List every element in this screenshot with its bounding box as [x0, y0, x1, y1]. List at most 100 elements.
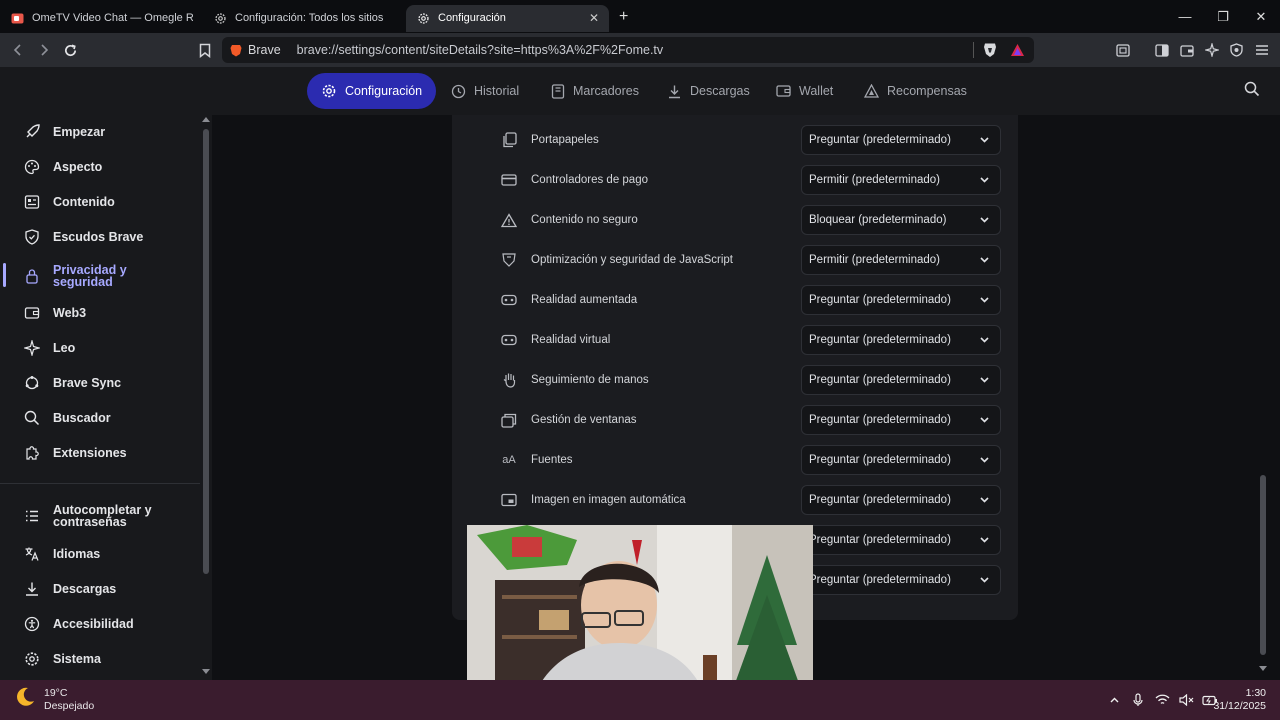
nav-label: Configuración	[345, 84, 423, 98]
chevron-down-icon	[979, 414, 990, 428]
sparkle-icon	[24, 340, 40, 356]
scroll-down-icon[interactable]	[202, 669, 210, 675]
permission-select[interactable]: Preguntar (predeterminado)	[801, 485, 1001, 515]
select-value: Permitir (predeterminado)	[809, 174, 941, 186]
chevron-down-icon	[979, 374, 990, 388]
sidebar-item-accesibilidad[interactable]: Accesibilidad	[24, 616, 134, 632]
bookmark-icon[interactable]	[192, 37, 218, 63]
sidebar-item-extensiones[interactable]: Extensiones	[24, 445, 127, 461]
sidebar-item-sync[interactable]: Brave Sync	[24, 375, 121, 391]
reload-button[interactable]	[57, 37, 83, 63]
permission-select[interactable]: Preguntar (predeterminado)	[801, 365, 1001, 395]
shield-icon	[24, 229, 40, 245]
tab-ometv[interactable]: OmeTV Video Chat — Omegle Rand	[0, 5, 203, 32]
nav-configuracion[interactable]: Configuración	[307, 73, 437, 109]
search-icon[interactable]	[1244, 81, 1260, 102]
sidebar-scrollbar[interactable]	[202, 116, 210, 675]
rewards-icon[interactable]	[1010, 43, 1025, 57]
sidebar-item-descargas[interactable]: Descargas	[24, 581, 116, 597]
sidebar-item-web3[interactable]: Web3	[24, 305, 86, 321]
nav-marcadores[interactable]: Marcadores	[551, 73, 639, 109]
nav-recompensas[interactable]: Recompensas	[864, 73, 967, 109]
js-icon	[500, 251, 518, 269]
sidebar-item-label: Escudos Brave	[53, 230, 144, 244]
chevron-down-icon	[979, 574, 990, 588]
address-bar[interactable]: Brave brave://settings/content/siteDetai…	[222, 37, 1034, 63]
volume-muted-icon[interactable]	[1174, 694, 1198, 706]
sidebar-item-buscador[interactable]: Buscador	[24, 410, 111, 426]
select-value: Preguntar (predeterminado)	[809, 294, 951, 306]
window-controls: — ❐ ✕	[1166, 0, 1280, 33]
settings-sidebar: Empezar Aspecto Contenido Escudos Brave …	[0, 115, 212, 680]
sidebar-toggle-icon[interactable]	[1149, 43, 1174, 57]
gear-icon	[24, 651, 40, 667]
wallet-icon	[776, 84, 791, 98]
scrollbar-thumb[interactable]	[203, 129, 209, 574]
clipboard-icon	[500, 131, 518, 149]
select-value: Preguntar (predeterminado)	[809, 454, 951, 466]
permission-row: aA Fuentes Preguntar (predeterminado)	[452, 440, 1018, 480]
sidebar-item-idiomas[interactable]: Idiomas	[24, 546, 100, 562]
sidebar-item-empezar[interactable]: Empezar	[24, 124, 105, 140]
tab-settings[interactable]: Configuración ✕	[406, 4, 609, 32]
reader-mode-icon[interactable]	[1110, 43, 1135, 57]
sidebar-item-aspecto[interactable]: Aspecto	[24, 159, 102, 175]
sidebar-item-escudos[interactable]: Escudos Brave	[24, 229, 143, 245]
forward-button[interactable]	[31, 37, 57, 63]
permission-select[interactable]: Bloquear (predeterminado)	[801, 205, 1001, 235]
sidebar-item-label: Accesibilidad	[53, 617, 134, 631]
chevron-down-icon	[979, 254, 990, 268]
permission-select[interactable]: Preguntar (predeterminado)	[801, 525, 1001, 555]
chevron-up-icon[interactable]	[1102, 695, 1126, 706]
url-text[interactable]: brave://settings/content/siteDetails?sit…	[297, 43, 664, 57]
leo-sparkle-icon[interactable]	[1199, 43, 1224, 57]
select-value: Preguntar (predeterminado)	[809, 414, 951, 426]
permission-select[interactable]: Preguntar (predeterminado)	[801, 325, 1001, 355]
sidebar-item-label: Aspecto	[53, 160, 103, 174]
permission-row: Portapapeles Preguntar (predeterminado)	[452, 120, 1018, 160]
scroll-down-icon[interactable]	[1259, 666, 1267, 672]
permission-select[interactable]: Preguntar (predeterminado)	[801, 445, 1001, 475]
menu-icon[interactable]	[1249, 44, 1274, 56]
permission-select[interactable]: Permitir (predeterminado)	[801, 245, 1001, 275]
brand-label: Brave	[248, 43, 281, 57]
chevron-down-icon	[979, 334, 990, 348]
weather-widget[interactable]: 19°C Despejado	[14, 686, 94, 713]
new-tab-button[interactable]: +	[619, 8, 628, 26]
toolbar-icons	[1110, 33, 1280, 67]
permission-select[interactable]: Permitir (predeterminado)	[801, 165, 1001, 195]
tab-all-sites[interactable]: Configuración: Todos los sitios	[203, 5, 406, 32]
chevron-down-icon	[979, 174, 990, 188]
download-icon	[667, 84, 682, 99]
back-button[interactable]	[5, 37, 31, 63]
vpn-shield-icon[interactable]	[1224, 43, 1249, 57]
minimize-button[interactable]: —	[1166, 0, 1204, 33]
nav-descargas[interactable]: Descargas	[667, 73, 750, 109]
wifi-icon[interactable]	[1150, 694, 1174, 706]
scroll-up-icon[interactable]	[202, 116, 210, 122]
main-scrollbar[interactable]	[1258, 115, 1268, 672]
close-tab-icon[interactable]: ✕	[589, 11, 599, 25]
gear-icon	[213, 11, 227, 25]
system-clock[interactable]: 1:30 31/12/2025	[1213, 687, 1266, 713]
sidebar-item-label: Leo	[53, 341, 76, 355]
sidebar-item-leo[interactable]: Leo	[24, 340, 75, 356]
microphone-icon[interactable]	[1126, 693, 1150, 707]
sidebar-item-privacidad[interactable]: Privacidad y seguridad	[24, 264, 127, 288]
sidebar-item-autocompletar[interactable]: Autocompletar y contraseñas	[24, 504, 152, 528]
permission-select[interactable]: Preguntar (predeterminado)	[801, 565, 1001, 595]
pip-icon	[500, 491, 518, 509]
browser-toolbar: Brave brave://settings/content/siteDetai…	[0, 33, 1280, 67]
wallet-icon[interactable]	[1174, 44, 1199, 57]
permission-select[interactable]: Preguntar (predeterminado)	[801, 405, 1001, 435]
permission-select[interactable]: Preguntar (predeterminado)	[801, 125, 1001, 155]
nav-wallet[interactable]: Wallet	[776, 73, 833, 109]
sidebar-item-sistema[interactable]: Sistema	[24, 651, 101, 667]
sidebar-item-contenido[interactable]: Contenido	[24, 194, 115, 210]
close-window-button[interactable]: ✕	[1242, 0, 1280, 33]
brave-shields-icon[interactable]	[983, 42, 997, 58]
permission-select[interactable]: Preguntar (predeterminado)	[801, 285, 1001, 315]
maximize-button[interactable]: ❐	[1204, 0, 1242, 33]
nav-historial[interactable]: Historial	[451, 73, 519, 109]
scrollbar-thumb[interactable]	[1260, 475, 1266, 655]
